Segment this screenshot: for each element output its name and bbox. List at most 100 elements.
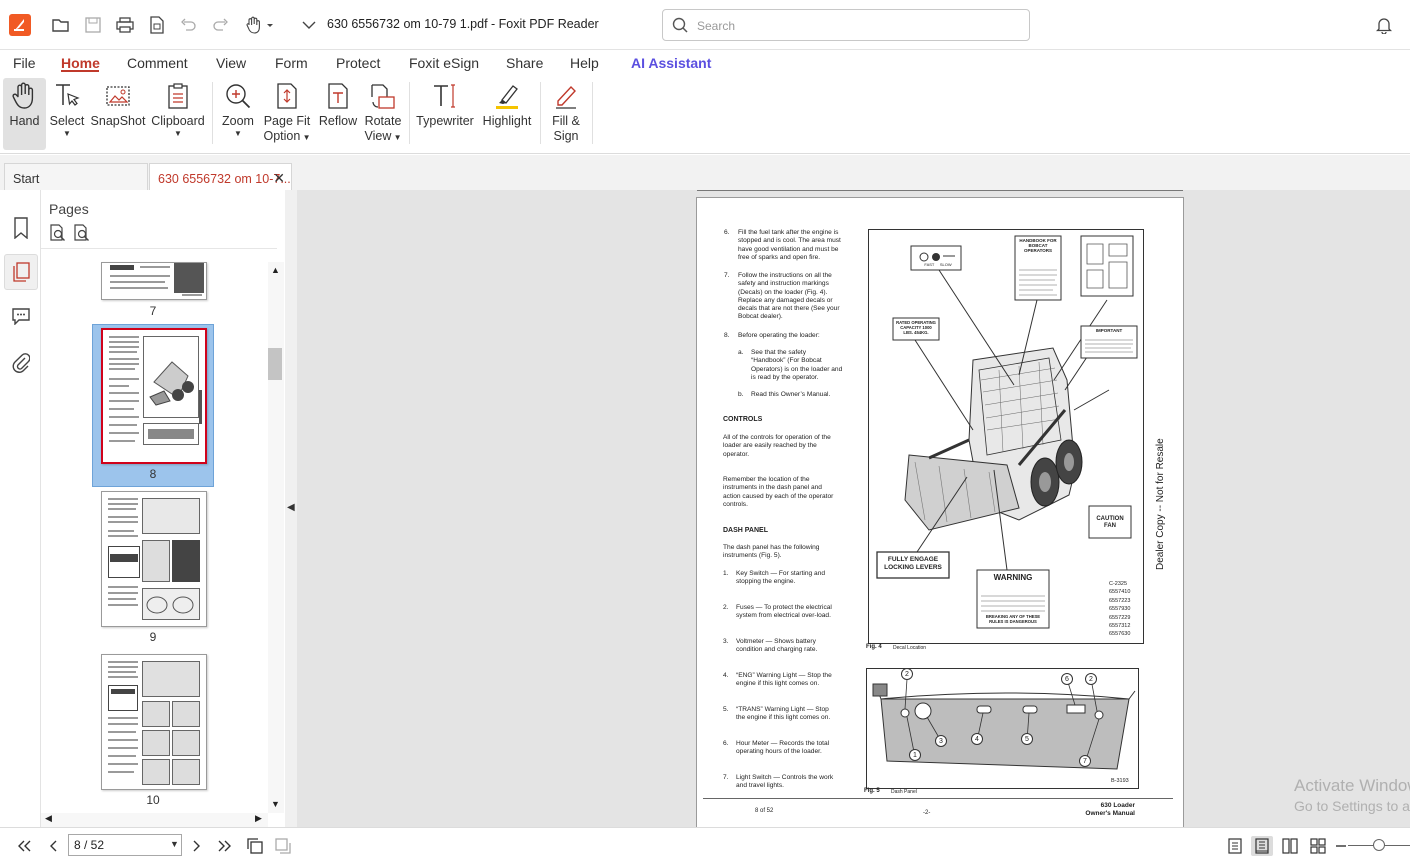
clipboard-label: Clipboard (151, 114, 205, 128)
select-tool-button[interactable]: Select ▼ (48, 78, 86, 150)
decal-caution-fan-text: CAUTION FAN (1096, 516, 1124, 529)
footer-subtitle: Owner's Manual (1085, 810, 1135, 817)
thumbnail-zoom-out-icon[interactable] (73, 224, 91, 245)
ribbon-separator (540, 82, 541, 144)
scroll-right-icon[interactable]: ▶ (255, 813, 262, 824)
comments-icon[interactable] (4, 298, 38, 334)
highlight-button[interactable]: Highlight (480, 78, 534, 150)
hand-tool-button[interactable]: Hand (3, 78, 46, 150)
callout-number: 1 (909, 749, 921, 761)
zoom-icon (221, 80, 255, 112)
menu-foxit-esign[interactable]: Foxit eSign (409, 55, 479, 71)
pages-panel-horizontal-scrollbar[interactable]: ◀ ▶ (41, 813, 268, 827)
collapse-arrow-icon[interactable]: ◀ (287, 502, 295, 513)
next-view-icon[interactable] (272, 836, 294, 856)
tab-start-label: Start (13, 172, 40, 186)
zoom-button[interactable]: Zoom ▼ (218, 78, 258, 150)
scrollbar-thumb[interactable] (268, 348, 282, 380)
search-input[interactable] (697, 17, 1017, 35)
clipboard-button[interactable]: Clipboard ▼ (150, 78, 206, 150)
redo-icon[interactable] (210, 14, 232, 36)
rotate-label-1: Rotate (364, 114, 402, 128)
item-text: “ENG” Warning Light — Stop the engine if … (736, 672, 832, 688)
clipboard-dropdown-icon[interactable]: ▼ (150, 129, 206, 138)
quick-access-dropdown-icon[interactable] (298, 14, 320, 36)
tab-start[interactable]: Start (4, 163, 148, 190)
open-folder-icon[interactable] (50, 14, 72, 36)
close-tab-icon[interactable]: ✕ (273, 170, 285, 187)
activate-windows-watermark: Activate Windows Go to Settings to activ… (1294, 776, 1410, 814)
menu-protect[interactable]: Protect (336, 55, 380, 71)
scroll-left-icon[interactable]: ◀ (45, 813, 52, 824)
scroll-down-icon[interactable]: ▼ (271, 799, 280, 809)
pages-panel-icon[interactable] (4, 254, 38, 290)
thumbnail-zoom-in-icon[interactable] (49, 224, 67, 245)
zoom-out-icon[interactable] (1330, 836, 1352, 856)
section-heading: DASH PANEL (723, 527, 768, 534)
hand-tool-dropdown-icon[interactable] (243, 14, 277, 36)
typewriter-button[interactable]: Typewriter (414, 78, 476, 150)
next-page-icon[interactable] (186, 836, 208, 856)
attachments-icon[interactable] (4, 345, 38, 381)
paragraph: All of the controls for operation of the… (723, 434, 831, 458)
previous-page-icon[interactable] (42, 836, 64, 856)
thumb-warning-box (108, 685, 138, 711)
part-number-list: C-2325 6557410 6557223 6557930 6557229 655731… (1109, 581, 1131, 638)
bookmarks-icon[interactable] (4, 210, 38, 246)
menu-file[interactable]: File (13, 55, 36, 71)
decal-locking-levers: FULLY ENGAGE LOCKING LEVERS (884, 556, 942, 571)
tab-document[interactable]: 630 6556732 om 10-7... ✕ (149, 163, 292, 190)
previous-view-icon[interactable] (244, 836, 266, 856)
select-dropdown-icon[interactable]: ▼ (48, 129, 86, 138)
clipboard-icon (161, 80, 195, 112)
page-fit-option-button[interactable]: Page Fit Option ▼ (262, 78, 312, 150)
document-view[interactable]: 6. Fill the fuel tank after the engine i… (297, 190, 1410, 827)
save-icon[interactable] (82, 14, 104, 36)
last-page-icon[interactable] (214, 836, 236, 856)
fill-sign-button[interactable]: Fill & Sign (546, 78, 586, 150)
zoom-slider-knob[interactable] (1373, 839, 1385, 851)
list-number: 7. (724, 272, 730, 279)
single-page-view-icon[interactable] (1224, 836, 1246, 856)
zoom-dropdown-icon[interactable]: ▼ (218, 129, 258, 138)
page-number-label: 8 (149, 467, 157, 481)
search-box[interactable] (662, 9, 1030, 41)
print-icon[interactable] (114, 14, 136, 36)
page-number-dropdown-icon[interactable]: ▼ (170, 839, 179, 849)
callout-number: 7 (1079, 755, 1091, 767)
facing-view-icon[interactable] (1279, 836, 1301, 856)
first-page-icon[interactable] (13, 836, 35, 856)
item-text: Light Switch — Controls the work and trav… (736, 774, 834, 790)
thumb-figure (142, 730, 170, 756)
menu-share[interactable]: Share (506, 55, 543, 71)
rotate-view-button[interactable]: Rotate View ▼ (362, 78, 404, 150)
menu-ai-assistant[interactable]: AI Assistant (631, 55, 711, 71)
ribbon-separator (592, 82, 593, 144)
page-thumbnail-selected[interactable] (101, 328, 207, 464)
pages-panel-title: Pages (49, 201, 89, 217)
snapshot-button[interactable]: SnapShot (90, 78, 146, 150)
page-thumbnail[interactable] (101, 491, 207, 627)
scroll-up-icon[interactable]: ▲ (271, 265, 280, 275)
item-text: See that the safety “Handbook” (For Bobca… (751, 349, 843, 381)
menu-home[interactable]: Home (61, 55, 100, 71)
continuous-view-icon[interactable] (1251, 836, 1273, 856)
menu-help[interactable]: Help (570, 55, 599, 71)
pages-panel-vertical-scrollbar[interactable]: ▲ ▼ (268, 262, 284, 813)
page-setup-icon[interactable] (146, 14, 168, 36)
decal-warning-text: WARNING (993, 573, 1033, 582)
menu-view[interactable]: View (216, 55, 246, 71)
callout-number: 5 (1021, 733, 1033, 745)
page-number-input[interactable] (68, 834, 182, 856)
undo-icon[interactable] (177, 14, 199, 36)
reflow-button[interactable]: Reflow (318, 78, 358, 150)
notification-bell-icon[interactable] (1373, 14, 1395, 36)
menu-comment[interactable]: Comment (127, 55, 188, 71)
panel-collapse-handle[interactable]: ◀ (285, 190, 297, 827)
continuous-facing-view-icon[interactable] (1307, 836, 1329, 856)
menu-form[interactable]: Form (275, 55, 308, 71)
select-label: Select (49, 114, 85, 128)
document-tab-bar: Start 630 6556732 om 10-7... ✕ (0, 155, 1410, 190)
page-thumbnail[interactable] (101, 262, 207, 300)
page-thumbnail[interactable] (101, 654, 207, 790)
